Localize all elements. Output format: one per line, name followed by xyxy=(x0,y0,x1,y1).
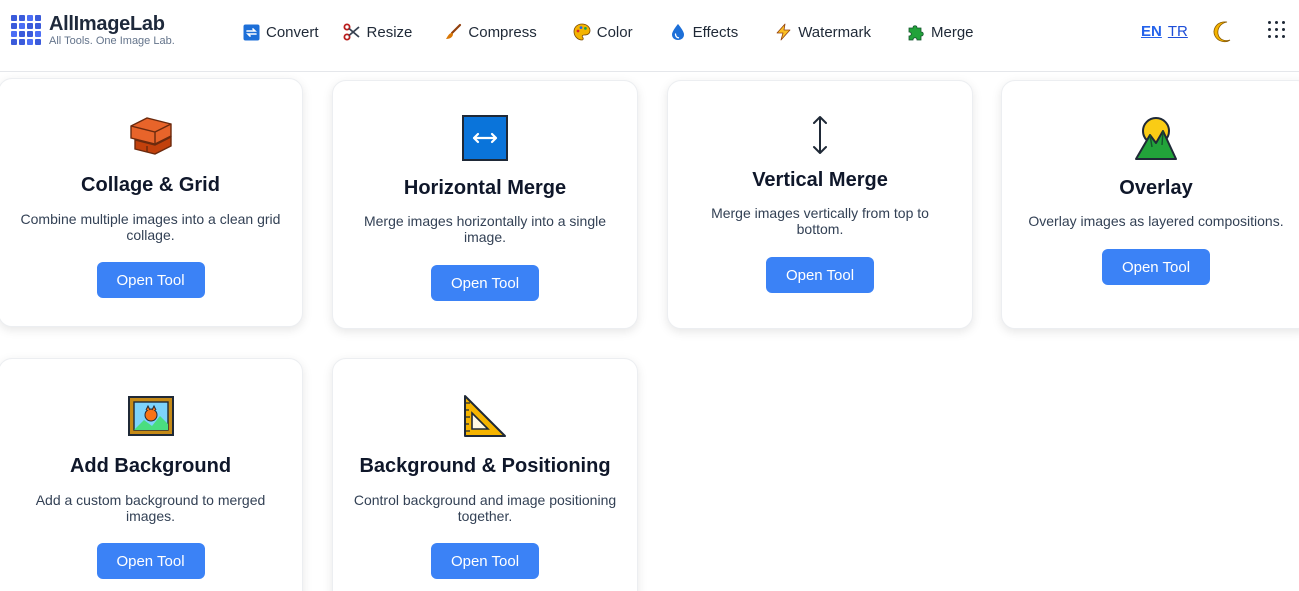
logo-grid-icon xyxy=(11,14,43,47)
card-title: Horizontal Merge xyxy=(403,177,567,199)
brush-icon xyxy=(444,23,462,41)
nav-label: Compress xyxy=(468,23,537,41)
open-tool-button[interactable]: Open Tool xyxy=(1102,249,1210,285)
sunrise-mountain-icon xyxy=(1132,113,1180,161)
logo-tagline: All Tools. One Image Lab. xyxy=(49,35,175,47)
nav-effects[interactable]: Effects xyxy=(669,21,739,43)
convert-icon xyxy=(242,23,260,41)
open-tool-button[interactable]: Open Tool xyxy=(431,543,539,579)
card-description: Overlay images as layered compositions. xyxy=(1028,213,1284,229)
nav-watermark[interactable]: Watermark xyxy=(774,21,871,43)
lang-tr-link[interactable]: TR xyxy=(1168,23,1188,40)
card-description: Merge images horizontally into a single … xyxy=(363,213,606,245)
up-down-arrow-icon xyxy=(796,111,844,159)
open-tool-button[interactable]: Open Tool xyxy=(431,265,539,301)
tool-card-add-background: Add Background Add a custom background t… xyxy=(0,358,303,591)
palette-icon xyxy=(573,23,591,41)
card-title: Collage & Grid xyxy=(81,174,220,196)
nav-merge[interactable]: Merge xyxy=(907,21,974,43)
nav-label: Color xyxy=(596,23,633,41)
moon-icon[interactable] xyxy=(1211,20,1235,44)
card-description: Merge images vertically from top to bott… xyxy=(711,205,929,237)
lang-en-link[interactable]: EN xyxy=(1141,23,1162,40)
open-tool-button[interactable]: Open Tool xyxy=(96,543,205,579)
card-title: Add Background xyxy=(69,455,232,477)
tool-card-background-positioning: Background & Positioning Control backgro… xyxy=(332,358,638,591)
nav-label: Merge xyxy=(930,23,974,41)
nav-resize[interactable]: Resize xyxy=(343,21,413,43)
logo[interactable]: AllImageLab All Tools. One Image Lab. xyxy=(11,14,175,47)
bricks-icon xyxy=(127,112,175,160)
card-title: Vertical Merge xyxy=(752,169,888,191)
tool-card-vertical-merge: Vertical Merge Merge images vertically f… xyxy=(667,80,973,329)
card-description: Control background and image positioning… xyxy=(353,492,617,524)
triangular-ruler-icon xyxy=(461,392,509,440)
nav-label: Resize xyxy=(366,23,413,41)
open-tool-button[interactable]: Open Tool xyxy=(96,262,205,298)
left-right-arrow-icon xyxy=(461,114,509,162)
lightning-icon xyxy=(774,23,792,41)
card-title: Overlay xyxy=(1119,177,1193,199)
droplet-icon xyxy=(669,23,687,41)
nav-label: Watermark xyxy=(798,23,871,41)
framed-picture-icon xyxy=(127,392,175,440)
card-description: Add a custom background to merged images… xyxy=(35,492,266,524)
scissors-icon xyxy=(343,23,361,41)
nav-label: Convert xyxy=(266,23,319,41)
nav-label: Effects xyxy=(692,23,739,41)
logo-name: AllImageLab xyxy=(49,13,165,35)
card-title: Background & Positioning xyxy=(359,455,611,477)
language-switcher: EN TR xyxy=(1141,23,1188,40)
nav-compress[interactable]: Compress xyxy=(444,21,537,43)
tool-card-overlay: Overlay Overlay images as layered compos… xyxy=(1001,80,1299,329)
nav-color[interactable]: Color xyxy=(573,21,633,43)
card-description: Combine multiple images into a clean gri… xyxy=(20,211,281,243)
main-nav: Convert Resize Compress Color Effects Wa… xyxy=(242,21,974,43)
puzzle-icon xyxy=(907,23,925,41)
open-tool-button[interactable]: Open Tool xyxy=(766,257,874,293)
nav-convert[interactable]: Convert xyxy=(242,21,319,43)
tool-card-collage: Collage & Grid Combine multiple images i… xyxy=(0,78,303,327)
tool-card-horizontal-merge: Horizontal Merge Merge images horizontal… xyxy=(332,80,638,329)
apps-grid-icon[interactable] xyxy=(1268,21,1288,41)
top-header: AllImageLab All Tools. One Image Lab. Co… xyxy=(0,0,1299,72)
